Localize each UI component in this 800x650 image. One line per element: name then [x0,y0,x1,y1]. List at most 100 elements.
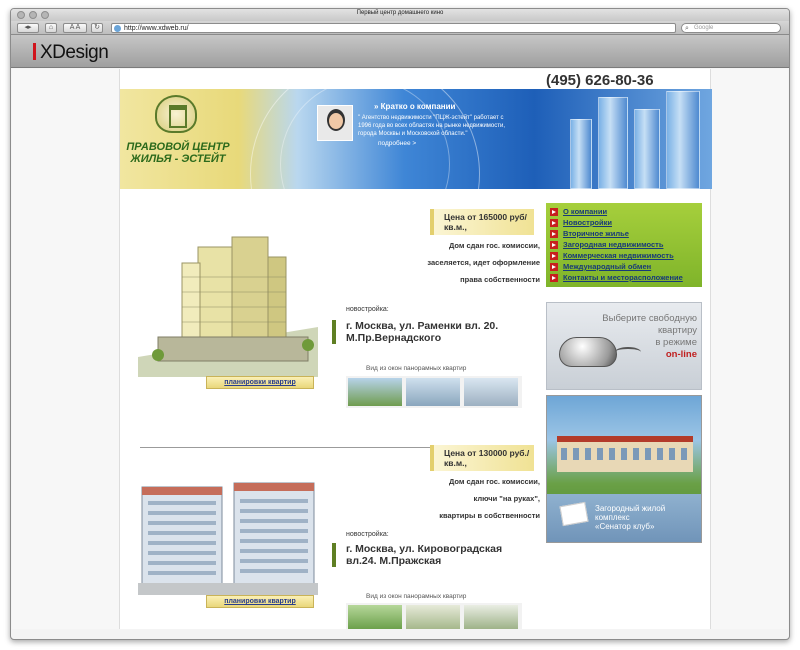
about-text: " Агентство недвижимости "ПЦЖ-эстейт" ра… [358,115,506,137]
promo-line-online: on-line [665,349,697,360]
nav-item-label: Международный обмен [563,262,652,271]
logo-red-bar [33,43,36,60]
promo-line: Загородный жилой [595,504,666,513]
building-illustration [138,482,318,595]
xdesign-logo: XDesign [33,42,109,64]
panorama-strip-2 [346,603,522,629]
web-viewport[interactable]: (495) 626-80-36 ПРАВОВОЙ ЦЕНТР ЖИЛЬЯ - Э… [12,69,788,629]
arrow-right-icon [550,263,558,271]
note-line: Дом сдан гос. комиссии, [448,477,540,486]
panorama-thumb[interactable] [348,378,402,406]
company-emblem-icon[interactable] [155,95,197,133]
building-image-ramenki[interactable] [138,217,318,377]
back-forward-buttons[interactable]: ◂▸ [17,23,39,33]
title-bar: Первый центр домашнего кино [11,9,789,21]
listing-type-2: новостройка: [346,531,389,538]
nav-item-international[interactable]: Международный обмен [546,262,702,273]
about-more-link[interactable]: подробнее > [378,140,518,147]
price-tag-2: Цена от 130000 руб./кв.м., [430,445,534,471]
arrow-right-icon [550,230,558,238]
tower-shape [598,97,628,189]
skyscrapers-image [540,89,712,189]
panorama-thumb[interactable] [464,378,518,406]
company-name[interactable]: ПРАВОВОЙ ЦЕНТР ЖИЛЬЯ - ЭСТЕЙТ [124,141,232,165]
listing-type-1: новостройка: [346,306,389,313]
reload-icon: ↻ [94,24,100,31]
nav-item-label: О компании [563,207,608,216]
promo-line: в режиме [655,337,697,348]
nav-item-label: Загородная недвижимость [563,240,664,249]
globe-icon [114,25,121,32]
arrow-right-icon [550,208,558,216]
panorama-thumb[interactable] [406,605,460,629]
arrow-right-icon [550,241,558,249]
nav-item-about[interactable]: О компании [546,207,702,218]
browser-toolbar: ◂▸ ⌂ A A ↻ http://www.xdweb.ru/ ⌕ Google [11,21,789,35]
note-line: Дом сдан гос. комиссии, [448,241,540,250]
note-line: права собственности [460,275,540,284]
browser-window: Первый центр домашнего кино ◂▸ ⌂ A A ↻ h… [10,8,790,640]
note-line: заселяется, идет оформление [427,258,540,267]
tower-shape [634,109,660,189]
online-booking-promo[interactable]: Выберите свободную квартиру в режиме on-… [546,302,702,390]
note-line: ключи "на руках", [473,494,540,503]
tower-shape [570,119,592,189]
text-size-icon: A A [69,24,81,31]
about-title[interactable]: » Кратко о компании [374,102,518,111]
panorama-thumb[interactable] [348,605,402,629]
floor-plans-button-1[interactable]: планировки квартир [206,376,314,389]
online-promo-text: Выберите свободную квартиру в режиме on-… [573,313,697,361]
document-icon [559,501,589,527]
nav-item-label: Вторичное жилье [563,229,629,238]
nav-item-label: Новостройки [563,218,612,227]
reload-button[interactable]: ↻ [91,23,103,33]
arrow-right-icon [550,274,558,282]
panorama-thumb[interactable] [406,378,460,406]
promo-line: Выберите свободную [602,313,697,324]
site-nav-menu: О компании Новостройки Вторичное жилье З… [546,203,702,287]
text-size-buttons[interactable]: A A [63,23,87,33]
promo-line: комплекс [595,513,630,522]
promo-line: квартиру [657,325,697,336]
manager-photo [317,105,353,141]
nav-item-commercial[interactable]: Коммерческая недвижимость [546,251,702,262]
tower-shape [666,91,700,189]
building-image-kirovogradskaya[interactable] [138,477,318,595]
mansion-image [557,436,693,472]
search-placeholder: Google [694,25,714,31]
search-field[interactable]: ⌕ Google [681,23,781,33]
address-bar[interactable]: http://www.xdweb.ru/ [111,23,676,33]
panorama-label-2: Вид из окон панорамных квартир [366,593,467,600]
listing-note-2: Дом сдан гос. комиссии, ключи "на руках"… [370,477,540,520]
arrow-right-icon [550,252,558,260]
listing-address-1[interactable]: г. Москва, ул. Раменки вл. 20. М.Пр.Верн… [332,320,532,344]
nav-item-new-buildings[interactable]: Новостройки [546,218,702,229]
nav-item-secondary[interactable]: Вторичное жилье [546,229,702,240]
nav-item-label: Коммерческая недвижимость [563,251,674,260]
window-title: Первый центр домашнего кино [356,10,444,16]
senator-club-text: Загородный жилой комплекс «Сенатор клуб» [595,504,665,531]
promo-line: «Сенатор клуб» [595,522,655,531]
panorama-label-1: Вид из окон панорамных квартир [366,365,467,372]
home-button[interactable]: ⌂ [45,23,57,33]
panorama-strip-1 [346,376,522,408]
forward-arrow-icon: ▸ [28,24,32,31]
listing-address-2[interactable]: г. Москва, ул. Кировоградская вл.24. М.П… [332,543,532,567]
panorama-thumb[interactable] [464,605,518,629]
nav-item-country[interactable]: Загородная недвижимость [546,240,702,251]
arrow-right-icon [550,219,558,227]
floor-plans-button-2[interactable]: планировки квартир [206,595,314,608]
about-block: » Кратко о компании " Агентство недвижим… [358,102,518,147]
brand-bar: XDesign [11,35,789,68]
listing-note-1: Дом сдан гос. комиссии, заселяется, идет… [370,241,540,284]
header-banner: ПРАВОВОЙ ЦЕНТР ЖИЛЬЯ - ЭСТЕЙТ » Кратко о… [120,89,712,189]
search-icon: ⌕ [685,25,689,32]
nav-item-contacts[interactable]: Контакты и месторасположение [546,273,702,284]
url-text: http://www.xdweb.ru/ [124,25,189,32]
building-illustration [138,236,318,377]
web-page: (495) 626-80-36 ПРАВОВОЙ ЦЕНТР ЖИЛЬЯ - Э… [119,69,712,629]
nav-item-label: Контакты и месторасположение [563,273,683,282]
senator-club-caption: Загородный жилой комплекс «Сенатор клуб» [547,494,701,542]
home-icon: ⌂ [48,24,54,31]
senator-club-promo[interactable]: Загородный жилой комплекс «Сенатор клуб» [546,395,702,543]
